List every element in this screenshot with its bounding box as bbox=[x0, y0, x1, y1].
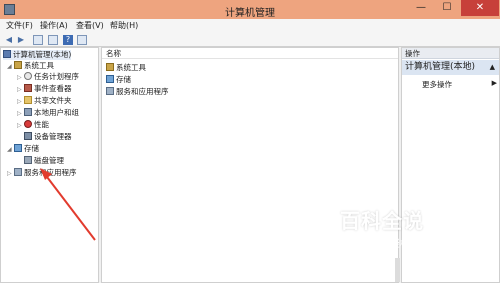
actions-header: 操作 bbox=[402, 48, 499, 59]
show-hide-icon[interactable] bbox=[77, 35, 87, 45]
list-item-label: 系统工具 bbox=[116, 63, 146, 72]
tree-root[interactable]: 计算机管理(本地) bbox=[3, 50, 72, 60]
close-button[interactable]: ✕ bbox=[461, 0, 499, 16]
menu-bar: 文件(F) 操作(A) 查看(V) 帮助(H) bbox=[0, 19, 500, 33]
disk-icon bbox=[24, 156, 32, 164]
expand-arrow-icon[interactable]: ▷ bbox=[17, 97, 24, 107]
tree-item-system-tools[interactable]: ◢ 系统工具 bbox=[7, 61, 54, 71]
forward-arrow-icon[interactable]: ▶ bbox=[16, 35, 26, 45]
title-bar[interactable]: 计算机管理 — ☐ ✕ bbox=[0, 0, 500, 19]
tree-item-label: 设备管理器 bbox=[34, 132, 72, 141]
watermark-title: 百科全说 bbox=[340, 209, 424, 233]
tree-item-label: 共享文件夹 bbox=[34, 96, 72, 105]
folder-icon bbox=[24, 96, 32, 104]
actions-section-label: 计算机管理(本地) bbox=[405, 62, 476, 72]
back-arrow-icon[interactable]: ◀ bbox=[4, 35, 14, 45]
tree-item-label: 性能 bbox=[34, 120, 49, 129]
event-viewer-icon bbox=[24, 84, 32, 92]
menu-help[interactable]: 帮助(H) bbox=[110, 20, 138, 31]
list-item-label: 存储 bbox=[116, 75, 131, 84]
tools-icon bbox=[14, 61, 22, 69]
expand-arrow-icon[interactable]: ▷ bbox=[17, 73, 24, 83]
minimize-button[interactable]: — bbox=[408, 0, 434, 16]
watermark-subtitle: 助你轻松解决 bbox=[370, 239, 430, 250]
tree-item-performance[interactable]: ▷ 性能 bbox=[17, 120, 49, 130]
tools-icon bbox=[106, 63, 114, 71]
storage-icon bbox=[14, 144, 22, 152]
expand-arrow-icon[interactable]: ▷ bbox=[17, 85, 24, 95]
toolbar: ◀ ▶ ? bbox=[0, 33, 500, 47]
maximize-button[interactable]: ☐ bbox=[434, 0, 460, 16]
list-item[interactable]: 系统工具 bbox=[106, 63, 146, 73]
more-actions-label: 更多操作 bbox=[422, 80, 452, 89]
more-actions-item[interactable]: 更多操作 ▶ bbox=[422, 79, 497, 90]
help-icon[interactable]: ? bbox=[63, 35, 73, 45]
tree-item-label: 服务和应用程序 bbox=[24, 168, 77, 177]
tree-item-device-manager[interactable]: 设备管理器 bbox=[24, 132, 72, 142]
tree-item-label: 本地用户和组 bbox=[34, 108, 79, 117]
clock-icon bbox=[24, 72, 32, 80]
tree-item-disk-management[interactable]: 磁盘管理 bbox=[24, 156, 64, 166]
menu-view[interactable]: 查看(V) bbox=[76, 20, 104, 31]
submenu-arrow-icon: ▶ bbox=[491, 79, 497, 87]
tree-item-label: 事件查看器 bbox=[34, 84, 72, 93]
device-manager-icon bbox=[24, 132, 32, 140]
tree-item-shared-folders[interactable]: ▷ 共享文件夹 bbox=[17, 96, 72, 106]
tree-item-label: 存储 bbox=[24, 144, 39, 153]
tree-item-label: 任务计划程序 bbox=[34, 72, 79, 81]
actions-section-computer-management[interactable]: 计算机管理(本地) ▲ bbox=[402, 60, 499, 75]
console-tree: 计算机管理(本地) ◢ 系统工具 ▷ 任务计划程序 ▷ 事件查看器 ▷ 共享文件夹 ▷ 本… bbox=[0, 47, 99, 283]
list-item[interactable]: 存储 bbox=[106, 75, 131, 85]
computer-management-window: 计算机管理 — ☐ ✕ 文件(F) 操作(A) 查看(V) 帮助(H) ◀ ▶ … bbox=[0, 0, 500, 283]
collapse-arrow-icon[interactable]: ◢ bbox=[7, 145, 14, 155]
tree-root-label: 计算机管理(本地) bbox=[13, 50, 72, 59]
tree-item-storage[interactable]: ◢ 存储 bbox=[7, 144, 39, 154]
watermark: 百科全说 助你轻松解决 bbox=[340, 205, 460, 255]
tree-item-event-viewer[interactable]: ▷ 事件查看器 bbox=[17, 84, 72, 94]
collapse-triangle-icon[interactable]: ▲ bbox=[490, 60, 495, 75]
menu-file[interactable]: 文件(F) bbox=[6, 20, 33, 31]
column-header-name[interactable]: 名称 bbox=[102, 48, 398, 59]
list-item[interactable]: 服务和应用程序 bbox=[106, 87, 169, 97]
expand-arrow-icon[interactable]: ▷ bbox=[7, 169, 14, 179]
services-icon bbox=[14, 168, 22, 176]
tree-item-services-apps[interactable]: ▷ 服务和应用程序 bbox=[7, 168, 77, 178]
storage-icon bbox=[106, 75, 114, 83]
expand-arrow-icon[interactable]: ▷ bbox=[17, 121, 24, 131]
menu-action[interactable]: 操作(A) bbox=[40, 20, 68, 31]
users-icon bbox=[24, 108, 32, 116]
tree-item-task-scheduler[interactable]: ▷ 任务计划程序 bbox=[17, 72, 79, 82]
expand-arrow-icon[interactable]: ▷ bbox=[17, 109, 24, 119]
performance-icon bbox=[24, 120, 32, 128]
list-item-label: 服务和应用程序 bbox=[116, 87, 169, 96]
collapse-arrow-icon[interactable]: ◢ bbox=[7, 62, 14, 72]
properties-icon[interactable] bbox=[48, 35, 58, 45]
tree-item-label: 磁盘管理 bbox=[34, 156, 64, 165]
vertical-scrollbar[interactable] bbox=[395, 258, 400, 282]
tree-item-label: 系统工具 bbox=[24, 61, 54, 70]
tree-item-local-users[interactable]: ▷ 本地用户和组 bbox=[17, 108, 79, 118]
computer-icon bbox=[3, 50, 11, 58]
console-tree-icon[interactable] bbox=[33, 35, 43, 45]
services-icon bbox=[106, 87, 114, 95]
